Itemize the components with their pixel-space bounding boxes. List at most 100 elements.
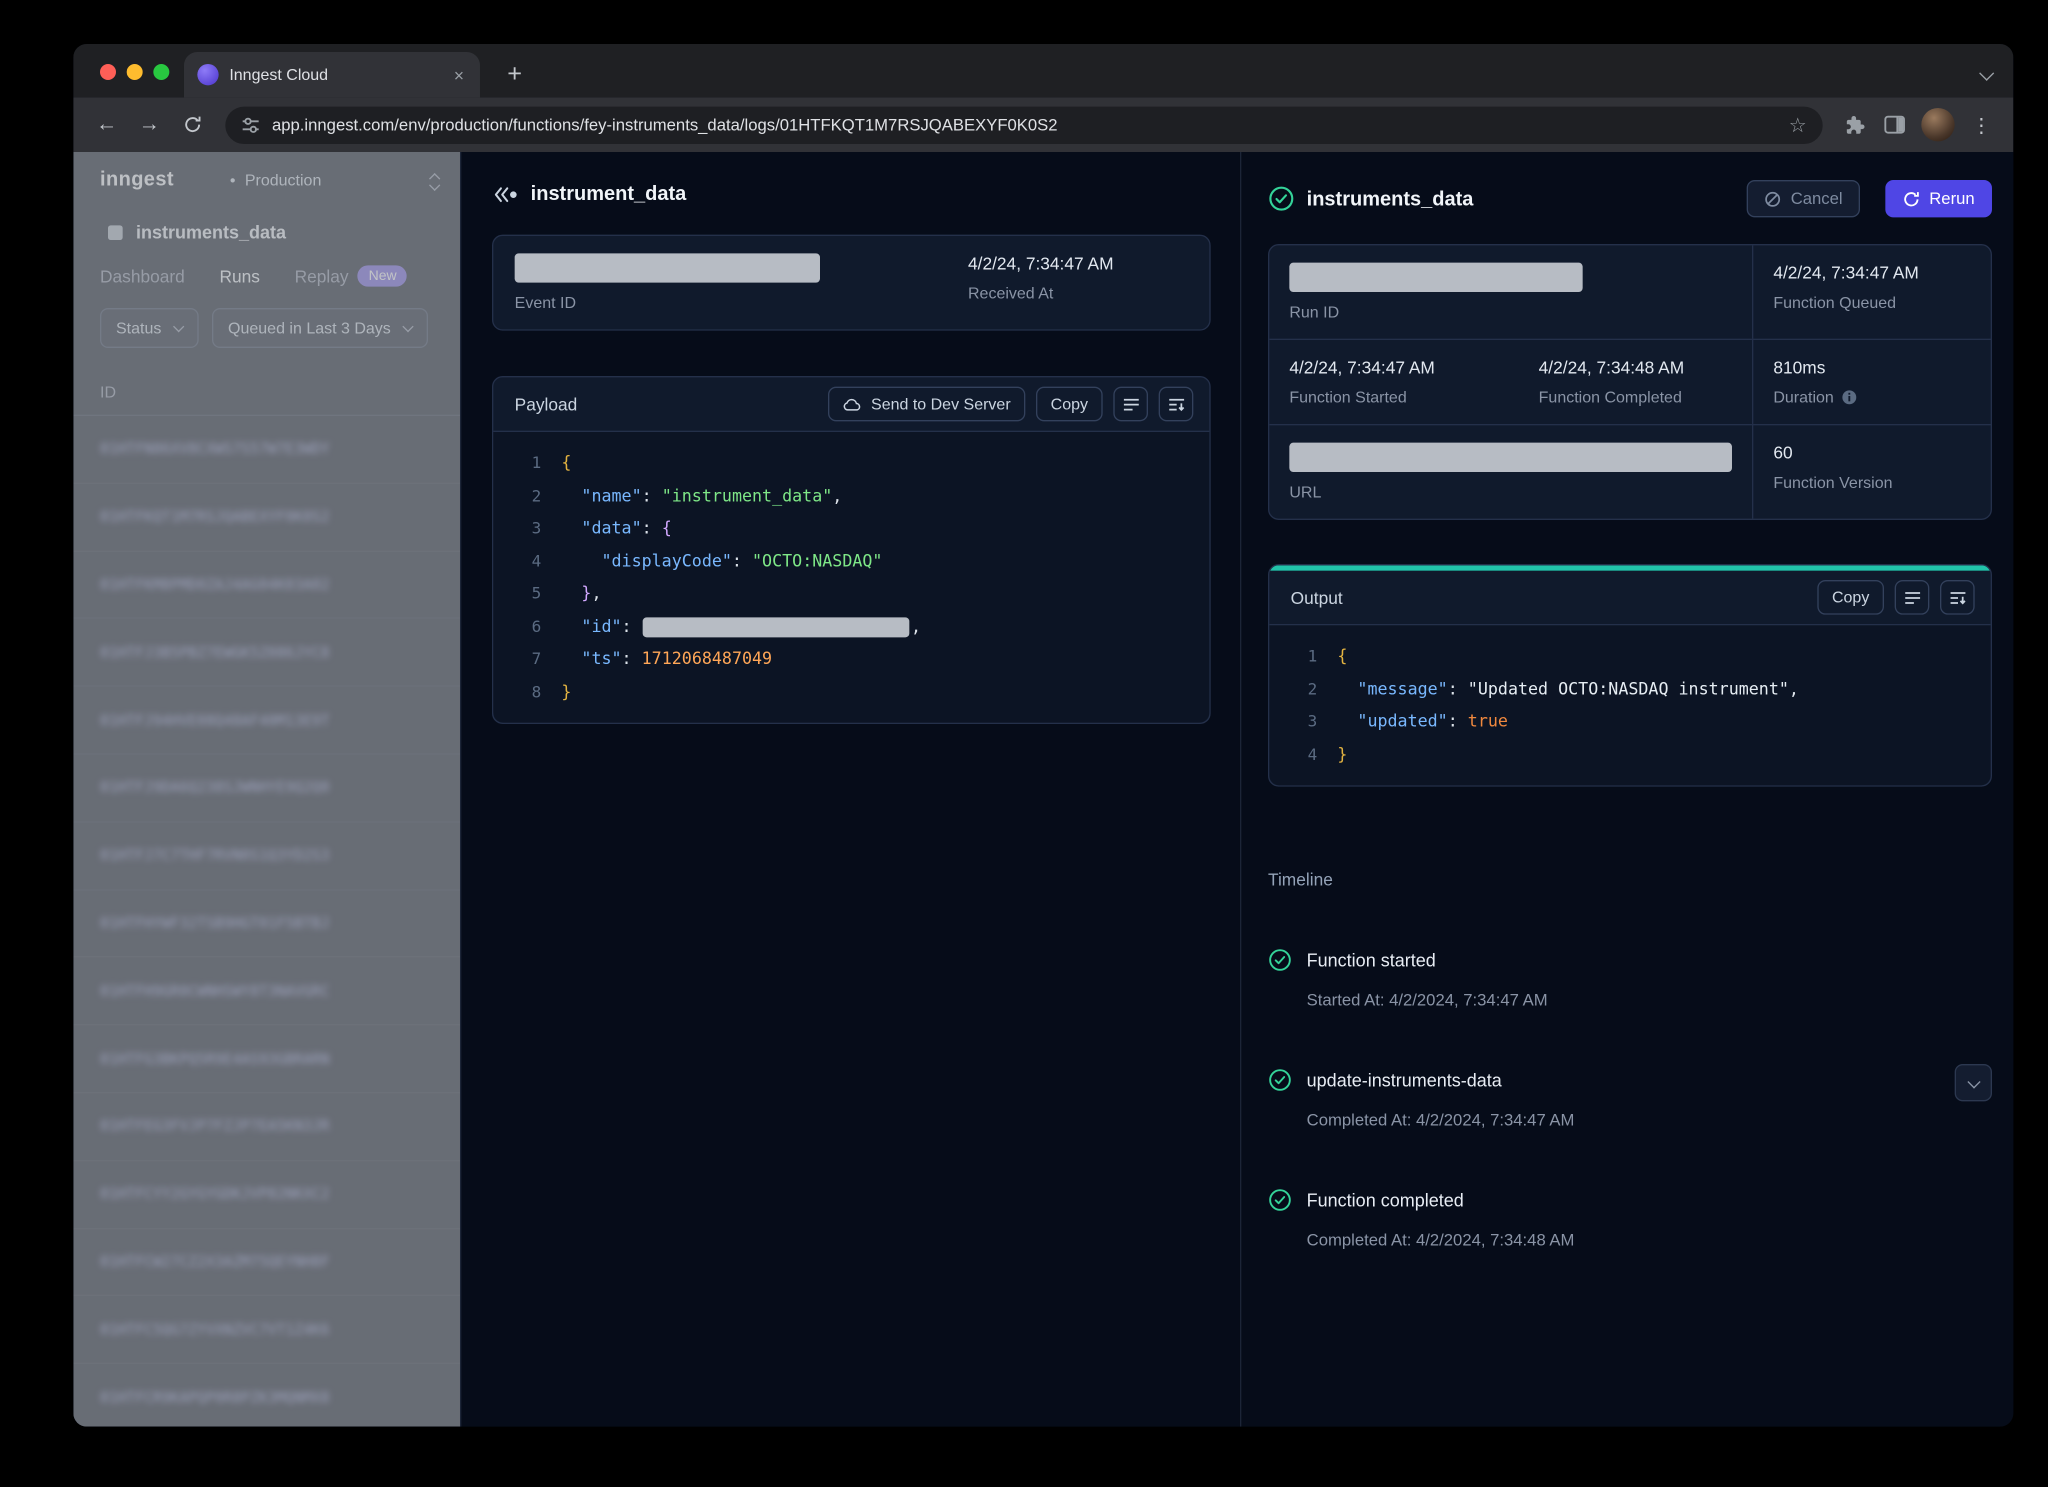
url-label: URL (1289, 483, 1732, 502)
event-header: instrument_data (461, 152, 1240, 205)
url-text[interactable]: app.inngest.com/env/production/functions… (272, 115, 1777, 134)
cancel-button[interactable]: Cancel (1747, 180, 1860, 217)
duration-cell: 810ms Duration (1752, 339, 1992, 424)
run-title: instruments_data (1307, 187, 1735, 210)
info-icon[interactable] (1842, 389, 1858, 405)
duration-label: Duration (1773, 388, 1833, 407)
side-panel-button[interactable] (1876, 106, 1913, 143)
output-header: Output Copy (1269, 571, 1990, 626)
run-panel: instruments_data Cancel Rerun Run ID (1241, 152, 2013, 1427)
run-id-label: Run ID (1289, 303, 1732, 322)
function-queued-value: 4/2/24, 7:34:47 AM (1773, 263, 1972, 283)
timeline-item-subtitle: Started At: 4/2/2024, 7:34:47 AM (1307, 991, 1548, 1010)
payload-copy-button[interactable]: Copy (1036, 387, 1103, 422)
browser-toolbar: ← → app.inngest.com/env/production/funct… (73, 97, 2013, 152)
event-meta-card: Event ID 4/2/24, 7:34:47 AM Received At (492, 235, 1211, 331)
timeline-title: Timeline (1268, 869, 1992, 889)
function-version-cell: 60 Function Version (1752, 424, 1992, 519)
reload-icon (182, 115, 202, 135)
address-bar[interactable]: app.inngest.com/env/production/functions… (225, 106, 1822, 143)
browser-menu-button[interactable]: ⋮ (1963, 106, 2000, 143)
timeline-item-title: Function completed (1307, 1188, 1575, 1211)
timeline-item-title: update-instruments-data (1307, 1068, 1575, 1091)
new-tab-button[interactable]: + (499, 60, 531, 89)
inngest-favicon-icon (197, 64, 218, 85)
chevron-down-icon (1967, 1075, 1980, 1088)
redacted-value (643, 617, 910, 637)
wrap-text-button[interactable] (1895, 580, 1930, 615)
forward-button[interactable]: → (129, 105, 169, 145)
payload-header: Payload Send to Dev Server Copy (493, 377, 1209, 432)
rerun-button[interactable]: Rerun (1885, 180, 1992, 217)
function-version-value: 60 (1773, 443, 1972, 463)
bookmark-star-icon[interactable]: ☆ (1789, 113, 1807, 137)
timeline-item-function-started: Function started Started At: 4/2/2024, 7… (1268, 948, 1992, 1009)
runs-sidebar: inngest • Production instruments_data Da… (73, 152, 461, 1427)
browser-window: Inngest Cloud × + ← → app.inngest.com/en… (73, 44, 2013, 1427)
copy-label: Copy (1051, 395, 1088, 414)
function-completed-value: 4/2/24, 7:34:48 AM (1539, 357, 1685, 377)
extensions-button[interactable] (1836, 106, 1873, 143)
success-check-icon (1268, 185, 1295, 212)
payload-code-block: 1{2 "name": "instrument_data",3 "data": … (493, 432, 1209, 723)
screen: Inngest Cloud × + ← → app.inngest.com/en… (0, 0, 2048, 1487)
timeline-item-title: Function started (1307, 948, 1548, 971)
expand-step-button[interactable] (1955, 1064, 1992, 1101)
event-id-redacted-value (515, 253, 820, 282)
output-code-block: 1{2 "message": "Updated OCTO:NASDAQ inst… (1269, 625, 1990, 785)
wrap-text-button[interactable] (1113, 387, 1148, 422)
inngest-app: inngest • Production instruments_data Da… (73, 152, 2013, 1427)
run-header: instruments_data Cancel Rerun (1268, 152, 1992, 217)
output-copy-button[interactable]: Copy (1817, 580, 1884, 615)
minimize-window-button[interactable] (127, 64, 143, 80)
site-info-icon[interactable] (241, 115, 260, 134)
cancel-icon (1764, 190, 1781, 207)
back-button[interactable]: ← (87, 105, 127, 145)
function-started-label: Function Started (1289, 388, 1538, 407)
rerun-icon (1903, 190, 1920, 207)
close-window-button[interactable] (100, 64, 116, 80)
scroll-to-bottom-button[interactable] (1159, 387, 1194, 422)
step-check-icon (1268, 1188, 1292, 1212)
output-card: Output Copy 1{2 "message": "Updated OCTO… (1268, 564, 1992, 787)
url-cell: URL (1269, 424, 1752, 519)
payload-card: Payload Send to Dev Server Copy (492, 376, 1211, 724)
tab-title: Inngest Cloud (229, 65, 440, 84)
event-panel: instrument_data Event ID 4/2/24, 7:34:47… (461, 152, 1241, 1427)
run-id-redacted-value (1289, 263, 1582, 292)
close-tab-icon[interactable]: × (451, 65, 466, 85)
timing-cell: 4/2/24, 7:34:47 AM Function Started 4/2/… (1269, 339, 1752, 424)
wrap-text-icon (1903, 589, 1920, 606)
reload-button[interactable] (172, 105, 212, 145)
scroll-to-bottom-icon (1167, 395, 1184, 412)
event-title: instrument_data (531, 183, 687, 206)
cancel-label: Cancel (1791, 189, 1843, 208)
step-check-icon (1268, 1068, 1292, 1092)
puzzle-icon (1844, 114, 1865, 135)
event-id-label: Event ID (515, 293, 968, 312)
step-check-icon (1268, 948, 1292, 972)
url-redacted-value (1289, 443, 1732, 472)
redaction-overlay (73, 152, 460, 1427)
function-queued-label: Function Queued (1773, 293, 1972, 312)
browser-tab[interactable]: Inngest Cloud × (184, 52, 480, 97)
send-to-dev-server-button[interactable]: Send to Dev Server (828, 387, 1025, 422)
timeline-item-function-completed: Function completed Completed At: 4/2/202… (1268, 1188, 1992, 1249)
duration-value: 810ms (1773, 357, 1972, 377)
profile-avatar[interactable] (1921, 108, 1954, 141)
received-at-value: 4/2/24, 7:34:47 AM (968, 253, 1188, 273)
function-started-value: 4/2/24, 7:34:47 AM (1289, 357, 1538, 377)
tab-search-icon[interactable] (1981, 61, 1992, 85)
payload-title: Payload (515, 394, 818, 414)
event-icon (493, 185, 518, 204)
function-version-label: Function Version (1773, 473, 1972, 492)
timeline-item-subtitle: Completed At: 4/2/2024, 7:34:48 AM (1307, 1231, 1575, 1250)
zoom-window-button[interactable] (153, 64, 169, 80)
run-details-card: Run ID 4/2/24, 7:34:47 AM Function Queue… (1268, 244, 1992, 520)
copy-label: Copy (1832, 588, 1869, 607)
scroll-to-bottom-button[interactable] (1940, 580, 1975, 615)
output-title: Output (1291, 587, 1807, 607)
window-controls (100, 64, 169, 80)
timeline-item-step: update-instruments-data Completed At: 4/… (1268, 1068, 1992, 1129)
wrap-text-icon (1122, 395, 1139, 412)
